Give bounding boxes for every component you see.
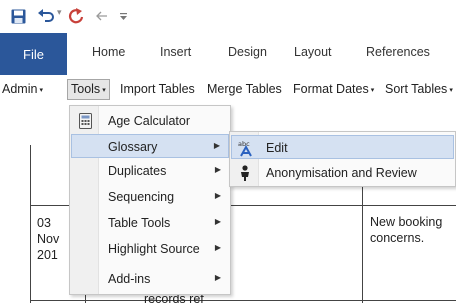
tab-insert[interactable]: Insert <box>160 45 191 59</box>
booking-text-line: New booking <box>370 215 443 229</box>
menu-item-edit[interactable]: abc Edit <box>231 135 454 159</box>
submenu-arrow-icon: ▶ <box>214 191 221 200</box>
tab-design[interactable]: Design <box>228 45 267 59</box>
table-border <box>30 300 456 301</box>
anonymisation-icon <box>236 164 254 182</box>
redo-icon[interactable] <box>66 6 86 26</box>
quick-access-toolbar: ▾ <box>0 0 456 33</box>
admin-menu-button[interactable]: Admin ▾ <box>2 82 43 96</box>
menu-item-table-tools[interactable]: Table Tools ▶ <box>71 211 229 235</box>
abc-edit-icon: abc <box>237 139 255 157</box>
submenu-arrow-icon: ▶ <box>214 243 221 252</box>
menu-item-sequencing[interactable]: Sequencing ▶ <box>71 185 229 209</box>
tools-menu-button[interactable]: Tools ▾ <box>67 79 110 100</box>
customize-toolbar-icon[interactable] <box>116 6 130 26</box>
svg-text:abc: abc <box>238 140 250 148</box>
date-cell-line: 03 <box>37 216 51 230</box>
merge-tables-button[interactable]: Merge Tables <box>207 82 282 96</box>
submenu-arrow-icon: ▶ <box>214 273 221 282</box>
tab-references[interactable]: References <box>366 45 430 59</box>
undo-dropdown-icon[interactable]: ▾ <box>57 7 62 18</box>
menu-item-add-ins[interactable]: Add-ins ▶ <box>71 267 229 291</box>
ribbon-tab-bar: File Home Insert Design Layout Reference… <box>0 33 456 75</box>
menu-item-glossary[interactable]: Glossary ▶ <box>71 134 229 158</box>
addin-toolbar: Admin ▾ Tools ▾ Import Tables Merge Tables… <box>0 75 456 101</box>
undo-icon[interactable] <box>36 6 56 26</box>
tab-home[interactable]: Home <box>92 45 125 59</box>
back-arrow-icon[interactable] <box>94 6 110 26</box>
table-border <box>30 145 31 303</box>
submenu-arrow-icon: ▶ <box>214 217 221 226</box>
submenu-arrow-icon: ▶ <box>213 141 220 150</box>
sort-tables-menu-button[interactable]: Sort Tables ▾ <box>385 82 453 96</box>
menu-item-anonymisation-review[interactable]: Anonymisation and Review <box>231 161 454 185</box>
import-tables-button[interactable]: Import Tables <box>120 82 195 96</box>
menu-item-age-calculator[interactable]: Age Calculator <box>71 109 229 133</box>
booking-text-line: concerns. <box>370 231 425 245</box>
menu-item-highlight-source[interactable]: Highlight Source ▶ <box>71 237 229 261</box>
date-cell-line: 201 <box>37 248 58 262</box>
tools-menu: Age Calculator Glossary ▶ Duplicates ▶ S… <box>69 105 231 295</box>
calculator-icon <box>76 112 94 130</box>
save-icon[interactable] <box>8 6 28 26</box>
menu-item-duplicates[interactable]: Duplicates ▶ <box>71 159 229 183</box>
submenu-arrow-icon: ▶ <box>214 165 221 174</box>
glossary-submenu: abc Edit Anonymisation and Review <box>229 131 456 187</box>
tab-layout[interactable]: Layout <box>294 45 332 59</box>
format-dates-menu-button[interactable]: Format Dates ▾ <box>293 82 374 96</box>
tab-file[interactable]: File <box>0 33 67 75</box>
date-cell-line: Nov <box>37 232 60 246</box>
